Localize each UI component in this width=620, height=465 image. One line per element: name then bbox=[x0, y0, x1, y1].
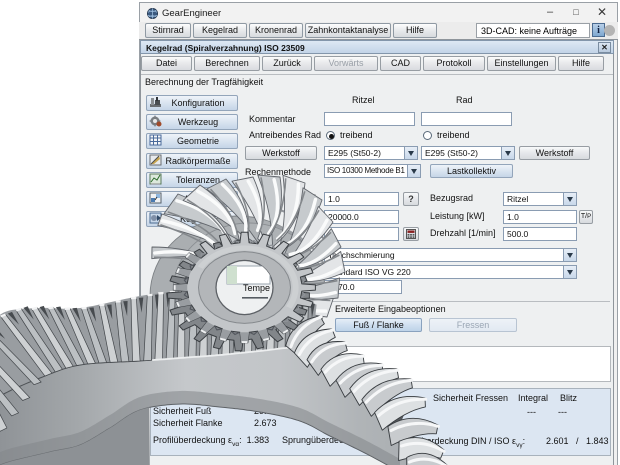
svg-text:Tempe: Tempe bbox=[243, 283, 270, 293]
